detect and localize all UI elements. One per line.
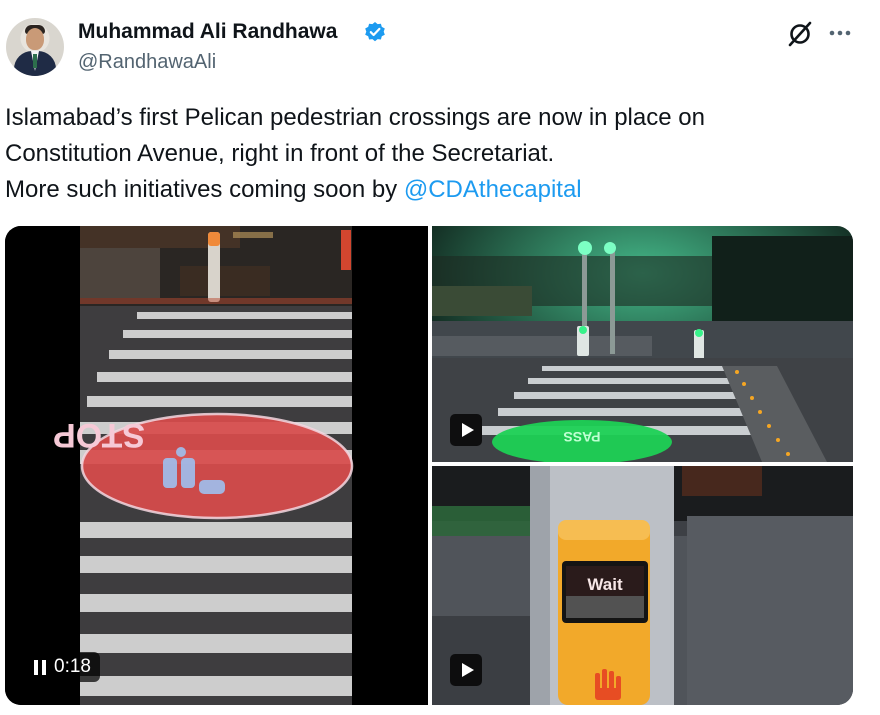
tweet-header: Muhammad Ali Randhawa @RandhawaAli	[0, 0, 880, 90]
play-icon[interactable]	[450, 654, 482, 686]
image-wait-button[interactable]: Wait	[432, 466, 853, 705]
tweet-text: Islamabad’s first Pelican pedestrian cro…	[5, 100, 865, 208]
verified-badge-icon	[365, 22, 385, 42]
play-icon[interactable]	[450, 414, 482, 446]
pass-projection-text: PASS	[563, 429, 600, 445]
author-name[interactable]: Muhammad Ali Randhawa	[78, 20, 337, 44]
wait-sign-text: Wait	[587, 575, 623, 594]
avatar-tie	[33, 54, 37, 68]
video-crosswalk-stop[interactable]: STOP 0:18	[5, 226, 428, 705]
grok-icon[interactable]	[786, 20, 814, 48]
media-grid: STOP 0:18 PASS Wait	[5, 226, 853, 705]
author-handle[interactable]: @RandhawaAli	[78, 51, 216, 74]
more-options-icon[interactable]	[826, 22, 854, 44]
video-duration[interactable]: 0:18	[25, 652, 100, 682]
pause-icon[interactable]	[34, 659, 46, 675]
avatar[interactable]	[6, 18, 64, 76]
tweet-text-line-3-prefix: More such initiatives coming soon by	[5, 176, 404, 203]
tweet-text-line-1: Islamabad’s first Pelican pedestrian cro…	[5, 104, 705, 131]
stop-projection-text: STOP	[53, 416, 145, 454]
mention-link[interactable]: @CDAthecapital	[404, 176, 582, 203]
video-duration-text: 0:18	[54, 656, 91, 677]
tweet-text-line-2: Constitution Avenue, right in front of t…	[5, 140, 555, 167]
avatar-face	[26, 28, 44, 50]
video-crosswalk-pass[interactable]: PASS	[432, 226, 853, 462]
tweet-text-line-3: More such initiatives coming soon by @CD…	[5, 172, 865, 208]
video-frame	[80, 226, 354, 705]
